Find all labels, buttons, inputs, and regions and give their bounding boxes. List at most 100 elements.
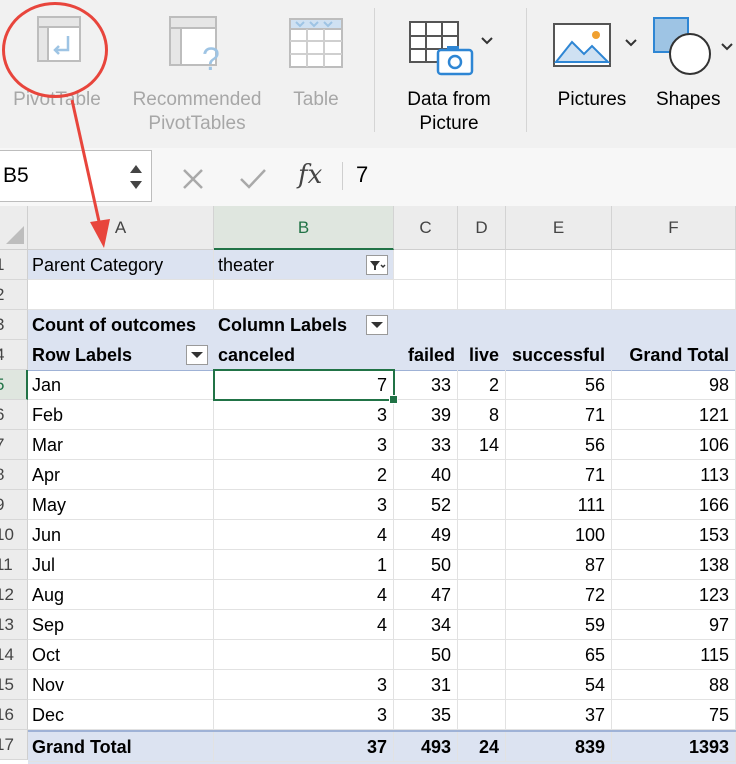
month-cell[interactable]: Oct [28,640,214,670]
failed-cell[interactable]: 47 [394,580,458,610]
pictures-button[interactable]: Pictures [540,14,644,114]
row-header[interactable]: 14 [0,640,28,670]
live-cell[interactable] [458,460,506,490]
select-all-corner[interactable] [0,206,28,250]
live-cell[interactable] [458,550,506,580]
successful-cell[interactable]: 100 [506,520,612,550]
canceled-cell[interactable]: 3 [214,700,394,730]
row-header[interactable]: 6 [0,400,28,430]
live-cell[interactable]: 14 [458,430,506,460]
header-failed[interactable]: failed [394,340,458,370]
canceled-cell[interactable]: 3 [214,430,394,460]
row-header[interactable]: 15 [0,670,28,700]
failed-cell[interactable]: 33 [394,370,458,400]
row-header[interactable]: 10 [0,520,28,550]
live-cell[interactable]: 2 [458,370,506,400]
successful-cell[interactable]: 54 [506,670,612,700]
failed-cell[interactable]: 35 [394,700,458,730]
row-header[interactable]: 1 [0,250,28,280]
column-header-a[interactable]: A [28,206,214,250]
header-successful[interactable]: successful [506,340,612,370]
cell[interactable] [394,280,458,310]
month-cell[interactable]: Sep [28,610,214,640]
month-cell[interactable]: Mar [28,430,214,460]
live-cell[interactable] [458,610,506,640]
formula-input[interactable]: 7 [356,162,368,188]
total-cell[interactable]: 97 [612,610,736,640]
successful-cell[interactable]: 56 [506,370,612,400]
live-cell[interactable] [458,580,506,610]
x-icon[interactable] [180,166,206,192]
row-header[interactable]: 4 [0,340,28,370]
cell[interactable] [506,280,612,310]
successful-cell[interactable]: 56 [506,430,612,460]
cell[interactable] [612,250,736,280]
successful-cell[interactable]: 37 [506,700,612,730]
cell[interactable] [394,250,458,280]
successful-cell[interactable]: 72 [506,580,612,610]
successful-cell[interactable]: 111 [506,490,612,520]
failed-cell[interactable]: 40 [394,460,458,490]
canceled-cell[interactable]: 3 [214,490,394,520]
live-cell[interactable] [458,520,506,550]
row-labels-dropdown-button[interactable] [186,345,208,365]
failed-cell[interactable]: 39 [394,400,458,430]
shapes-button[interactable]: Shapes [650,14,736,114]
total-cell[interactable]: 98 [612,370,736,400]
column-header-b[interactable]: B [214,206,394,250]
total-cell[interactable]: 123 [612,580,736,610]
recommended-pivottables-button[interactable]: ? Recommended PivotTables [118,14,276,134]
check-icon[interactable] [238,166,268,192]
data-from-picture-button[interactable]: Data from Picture [388,14,510,134]
cell[interactable] [214,280,394,310]
successful-cell[interactable]: 65 [506,640,612,670]
grand-total-label[interactable]: Grand Total [28,732,214,762]
month-cell[interactable]: Aug [28,580,214,610]
column-labels-dropdown-button[interactable] [366,315,388,335]
grand-total-failed[interactable]: 493 [394,732,458,762]
total-cell[interactable]: 115 [612,640,736,670]
cell[interactable] [612,280,736,310]
name-box-stepper-icon[interactable] [127,157,145,197]
canceled-cell[interactable] [214,640,394,670]
row-header[interactable]: 3 [0,310,28,340]
cell[interactable] [458,280,506,310]
failed-cell[interactable]: 50 [394,640,458,670]
total-cell[interactable]: 88 [612,670,736,700]
grand-total-canceled[interactable]: 37 [214,732,394,762]
column-header-d[interactable]: D [458,206,506,250]
canceled-cell[interactable]: 1 [214,550,394,580]
row-header[interactable]: 5 [0,370,28,400]
failed-cell[interactable]: 49 [394,520,458,550]
count-of-outcomes-cell[interactable]: Count of outcomes [28,310,214,340]
total-cell[interactable]: 113 [612,460,736,490]
row-header[interactable]: 13 [0,610,28,640]
month-cell[interactable]: Jun [28,520,214,550]
canceled-cell[interactable]: 7 [214,370,394,400]
total-cell[interactable]: 166 [612,490,736,520]
row-header[interactable]: 9 [0,490,28,520]
canceled-cell[interactable]: 4 [214,520,394,550]
table-button[interactable]: Table [282,14,350,114]
fx-icon[interactable]: fx [298,160,322,190]
failed-cell[interactable]: 31 [394,670,458,700]
row-header[interactable]: 17 [0,730,28,760]
successful-cell[interactable]: 71 [506,460,612,490]
canceled-cell[interactable]: 2 [214,460,394,490]
total-cell[interactable]: 138 [612,550,736,580]
row-header[interactable]: 12 [0,580,28,610]
canceled-cell[interactable]: 3 [214,400,394,430]
name-box[interactable]: B5 [0,150,152,202]
row-header[interactable]: 7 [0,430,28,460]
row-header[interactable]: 11 [0,550,28,580]
live-cell[interactable] [458,700,506,730]
filter-label-cell[interactable]: Parent Category [28,250,214,280]
row-header[interactable]: 16 [0,700,28,730]
month-cell[interactable]: Apr [28,460,214,490]
filter-dropdown-button[interactable] [366,255,388,275]
cell[interactable] [458,250,506,280]
header-canceled[interactable]: canceled [214,340,394,370]
successful-cell[interactable]: 59 [506,610,612,640]
failed-cell[interactable]: 50 [394,550,458,580]
successful-cell[interactable]: 87 [506,550,612,580]
